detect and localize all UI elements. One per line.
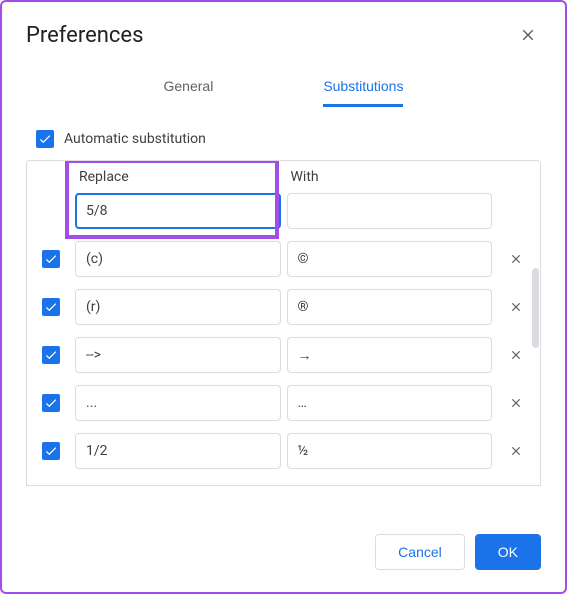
checkmark-icon xyxy=(38,132,52,146)
remove-row-button[interactable] xyxy=(498,337,534,373)
auto-substitution-row: Automatic substitution xyxy=(26,124,541,160)
close-icon xyxy=(509,348,523,362)
close-button[interactable] xyxy=(515,22,541,48)
scrollbar[interactable] xyxy=(532,268,539,514)
checkmark-icon xyxy=(44,348,58,362)
table-row: (c) © xyxy=(27,235,540,283)
row-checkbox[interactable] xyxy=(42,442,60,460)
auto-substitution-checkbox[interactable] xyxy=(36,130,54,148)
cancel-button[interactable]: Cancel xyxy=(375,534,465,570)
table-header: Replace With xyxy=(27,161,540,191)
checkmark-icon xyxy=(44,396,58,410)
row-checkbox[interactable] xyxy=(42,298,60,316)
new-entry-row: 5/8 xyxy=(27,191,540,235)
tab-substitutions[interactable]: Substitutions xyxy=(323,68,403,107)
with-input[interactable]: ® xyxy=(287,289,493,325)
with-input[interactable]: © xyxy=(287,241,493,277)
close-icon xyxy=(509,444,523,458)
table-row: (r) ® xyxy=(27,283,540,331)
content-area: Automatic substitution Replace With 5/8 … xyxy=(2,108,565,514)
remove-row-button[interactable] xyxy=(498,241,534,277)
close-icon xyxy=(509,396,523,410)
table-row: 1/2 ½ xyxy=(27,427,540,475)
row-checkbox[interactable] xyxy=(42,394,60,412)
replace-input[interactable]: ... xyxy=(75,385,281,421)
checkmark-icon xyxy=(44,252,58,266)
dialog-header: Preferences xyxy=(2,2,565,48)
remove-row-button[interactable] xyxy=(498,433,534,469)
ok-button[interactable]: OK xyxy=(475,534,541,570)
column-header-with: With xyxy=(287,169,493,189)
substitutions-table: Replace With 5/8 (c) © (r) xyxy=(26,160,541,486)
dialog-footer: Cancel OK xyxy=(2,514,565,592)
tab-general[interactable]: General xyxy=(164,68,214,107)
checkmark-icon xyxy=(44,444,58,458)
close-icon xyxy=(509,252,523,266)
auto-substitution-label: Automatic substitution xyxy=(64,131,206,147)
table-row: ... … xyxy=(27,379,540,427)
remove-row-button[interactable] xyxy=(498,289,534,325)
table-row: --> → xyxy=(27,331,540,379)
new-with-input[interactable] xyxy=(287,193,493,229)
with-input[interactable]: ½ xyxy=(287,433,493,469)
checkmark-icon xyxy=(44,300,58,314)
row-checkbox[interactable] xyxy=(42,250,60,268)
table-body: (c) © (r) ® --> → .. xyxy=(27,235,540,475)
replace-input[interactable]: (c) xyxy=(75,241,281,277)
new-replace-input[interactable]: 5/8 xyxy=(75,193,281,229)
with-input[interactable]: … xyxy=(287,385,493,421)
replace-input[interactable]: 1/2 xyxy=(75,433,281,469)
replace-input[interactable]: --> xyxy=(75,337,281,373)
dialog-title: Preferences xyxy=(26,23,143,48)
column-header-replace: Replace xyxy=(75,169,281,189)
replace-input[interactable]: (r) xyxy=(75,289,281,325)
close-icon xyxy=(509,300,523,314)
scrollbar-thumb[interactable] xyxy=(532,268,539,348)
close-icon xyxy=(519,26,537,44)
row-checkbox[interactable] xyxy=(42,346,60,364)
preferences-dialog: Preferences General Substitutions Automa… xyxy=(0,0,567,594)
tabs: General Substitutions xyxy=(2,68,565,108)
remove-row-button[interactable] xyxy=(498,385,534,421)
with-input[interactable]: → xyxy=(287,337,493,373)
